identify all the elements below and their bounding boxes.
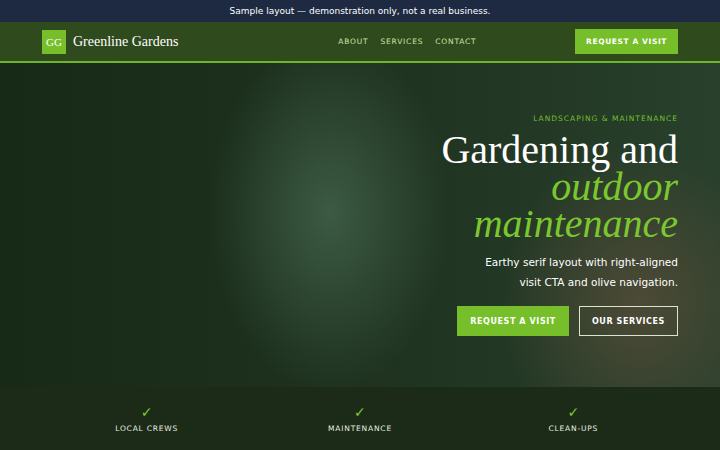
hero-text: Earthy serif layout with right-aligned v… (463, 252, 678, 292)
page: Sample layout — demonstration only, not … (0, 0, 720, 450)
main-nav: ABOUT SERVICES CONTACT (338, 37, 476, 46)
check-icon: ✓ (565, 404, 581, 420)
nav-item[interactable]: SERVICES (380, 37, 423, 46)
feature-label: CLEAN-UPS (549, 424, 599, 433)
logo-icon: GG (42, 30, 66, 54)
brand[interactable]: GG Greenline Gardens (42, 30, 178, 54)
feature-label: MAINTENANCE (328, 424, 392, 433)
hero-buttons: REQUEST A VISIT OUR SERVICES (457, 306, 678, 336)
check-icon: ✓ (352, 404, 368, 420)
feature-item: ✓ CLEAN-UPS (467, 387, 680, 450)
features-strip: ✓ LOCAL CREWS ✓ MAINTENANCE ✓ CLEAN-UPS (0, 387, 720, 450)
check-icon: ✓ (139, 404, 155, 420)
our-services-button[interactable]: OUR SERVICES (579, 306, 678, 336)
feature-label: LOCAL CREWS (115, 424, 178, 433)
nav-item[interactable]: CONTACT (435, 37, 476, 46)
hero-title: Gardening andoutdoor maintenance (438, 131, 678, 242)
demo-banner: Sample layout — demonstration only, not … (0, 0, 720, 22)
hero-content: LANDSCAPING & MAINTENANCE Gardening andou… (358, 114, 678, 336)
hero: LANDSCAPING & MAINTENANCE Gardening andou… (0, 63, 720, 387)
site-header: GG Greenline Gardens ABOUT SERVICES CONTACT R… (0, 22, 720, 63)
request-visit-button[interactable]: REQUEST A VISIT (457, 306, 569, 336)
feature-item: ✓ LOCAL CREWS (40, 387, 253, 450)
brand-name: Greenline Gardens (73, 34, 178, 50)
request-visit-button[interactable]: REQUEST A VISIT (575, 29, 678, 54)
hero-eyebrow: LANDSCAPING & MAINTENANCE (533, 114, 678, 123)
nav-item[interactable]: ABOUT (338, 37, 368, 46)
feature-item: ✓ MAINTENANCE (253, 387, 466, 450)
